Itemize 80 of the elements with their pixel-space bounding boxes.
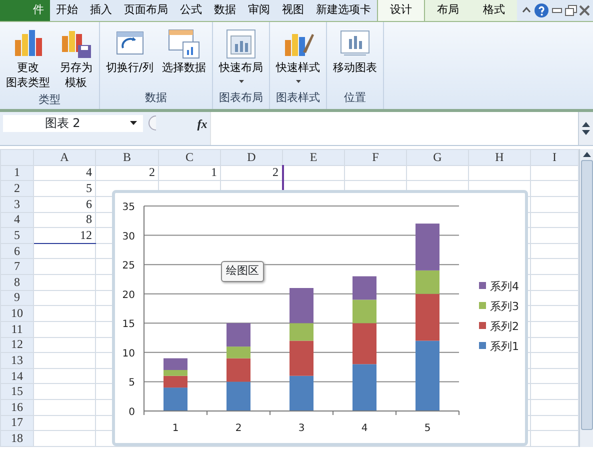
cell-value: 1 xyxy=(211,166,217,180)
ribbon-tab[interactable]: 数据 xyxy=(208,0,242,21)
ribbon-button[interactable]: 另存为 模板 xyxy=(56,26,96,92)
cell-value: 2 xyxy=(149,166,155,180)
legend-label: 系列1 xyxy=(490,340,519,353)
column-header[interactable]: B xyxy=(96,150,158,166)
group-label: 类型 xyxy=(38,92,60,108)
column-header[interactable]: A xyxy=(34,150,96,166)
row-header[interactable]: 6 xyxy=(0,243,34,259)
column-header[interactable]: I xyxy=(530,150,578,166)
ribbon-tab[interactable]: 设计 xyxy=(377,0,425,21)
column-header[interactable]: F xyxy=(344,150,406,166)
row-header[interactable]: 1 xyxy=(0,165,34,181)
row-header[interactable]: 16 xyxy=(0,400,34,416)
ribbon-button[interactable]: 快速样式 xyxy=(273,26,324,90)
axis-label: 5 xyxy=(128,378,135,389)
axis-label: 10 xyxy=(122,348,135,360)
row-header[interactable]: 14 xyxy=(0,368,34,384)
cell-value: 2 xyxy=(272,166,278,180)
group-label: 图表样式 xyxy=(276,90,320,106)
row-header[interactable]: 8 xyxy=(0,274,34,290)
ribbon-tab[interactable]: 布局 xyxy=(425,0,471,21)
axis-label: 30 xyxy=(122,231,135,242)
ribbon-tab[interactable]: 新建选项卡 xyxy=(310,0,377,21)
column-header[interactable]: H xyxy=(468,150,530,166)
legend-label: 系列4 xyxy=(490,280,519,293)
row-header[interactable]: 4 xyxy=(0,212,34,228)
cell-value: 4 xyxy=(86,166,92,180)
ribbon-button[interactable]: 更改 图表类型 xyxy=(3,26,53,92)
ribbon-tab[interactable]: 视图 xyxy=(276,0,310,21)
row-header[interactable]: 3 xyxy=(0,196,34,212)
row-header[interactable]: 7 xyxy=(0,258,34,274)
group-label: 位置 xyxy=(344,90,366,106)
axis-label: 35 xyxy=(122,202,135,213)
ribbon-tab[interactable]: 插入 xyxy=(84,0,118,21)
ribbon-button[interactable]: 选择数据 xyxy=(159,26,210,90)
legend-label: 系列3 xyxy=(490,300,519,313)
ribbon-tab[interactable]: 页面布局 xyxy=(118,0,174,21)
row-header[interactable]: 18 xyxy=(0,430,34,446)
row-header[interactable]: 15 xyxy=(0,384,34,400)
column-header[interactable]: C xyxy=(158,150,220,166)
ribbon-button[interactable]: 切换行/列 xyxy=(102,26,156,90)
legend-label: 系列2 xyxy=(490,320,519,333)
chart-area[interactable]: 0 5 10 15 20 25 30 35 1 2 3 4 5 系列4 系列3 系列2 系列1 绘图区 xyxy=(112,190,528,446)
column-header[interactable]: E xyxy=(282,150,344,166)
axis-label: 25 xyxy=(122,260,135,272)
axis-label: 5 xyxy=(424,423,431,434)
ribbon-tab[interactable]: 开始 xyxy=(50,0,84,21)
function-label[interactable]: fx xyxy=(197,114,208,133)
file-tab[interactable]: 件 xyxy=(0,0,50,21)
group-label: 图表布局 xyxy=(219,90,264,106)
row-header[interactable]: 10 xyxy=(0,306,34,322)
cell-value: 6 xyxy=(86,197,92,211)
ribbon-tab[interactable]: 公式 xyxy=(174,0,208,21)
cell-value: 8 xyxy=(86,212,92,226)
axis-label: 3 xyxy=(298,423,305,434)
column-header[interactable]: G xyxy=(406,150,468,166)
group-label: 数据 xyxy=(144,90,167,106)
cell-value: 12 xyxy=(80,228,92,242)
row-header[interactable]: 9 xyxy=(0,290,34,306)
axis-label: 0 xyxy=(128,407,135,418)
row-header[interactable]: 2 xyxy=(0,180,34,196)
column-header[interactable]: D xyxy=(220,150,282,166)
ribbon-button[interactable]: 移动图表 xyxy=(330,26,380,90)
cell-value: 5 xyxy=(86,182,92,196)
axis-label: 1 xyxy=(172,423,179,434)
ribbon-tab[interactable]: 格式 xyxy=(471,0,517,21)
row-header[interactable]: 11 xyxy=(0,321,34,337)
tooltip: 绘图区 xyxy=(221,261,264,282)
ribbon-tab[interactable]: 审阅 xyxy=(242,0,276,21)
name-box[interactable]: 图表 2 xyxy=(2,114,143,132)
row-header[interactable]: 5 xyxy=(0,228,34,244)
axis-label: 20 xyxy=(122,290,135,301)
ribbon-button[interactable]: 快速布局 xyxy=(216,26,266,90)
axis-label: 15 xyxy=(122,319,135,330)
axis-label: 4 xyxy=(361,423,368,434)
row-header[interactable]: 12 xyxy=(0,337,34,353)
axis-label: 2 xyxy=(235,423,242,434)
row-header[interactable]: 17 xyxy=(0,415,34,431)
row-header[interactable]: 13 xyxy=(0,352,34,368)
